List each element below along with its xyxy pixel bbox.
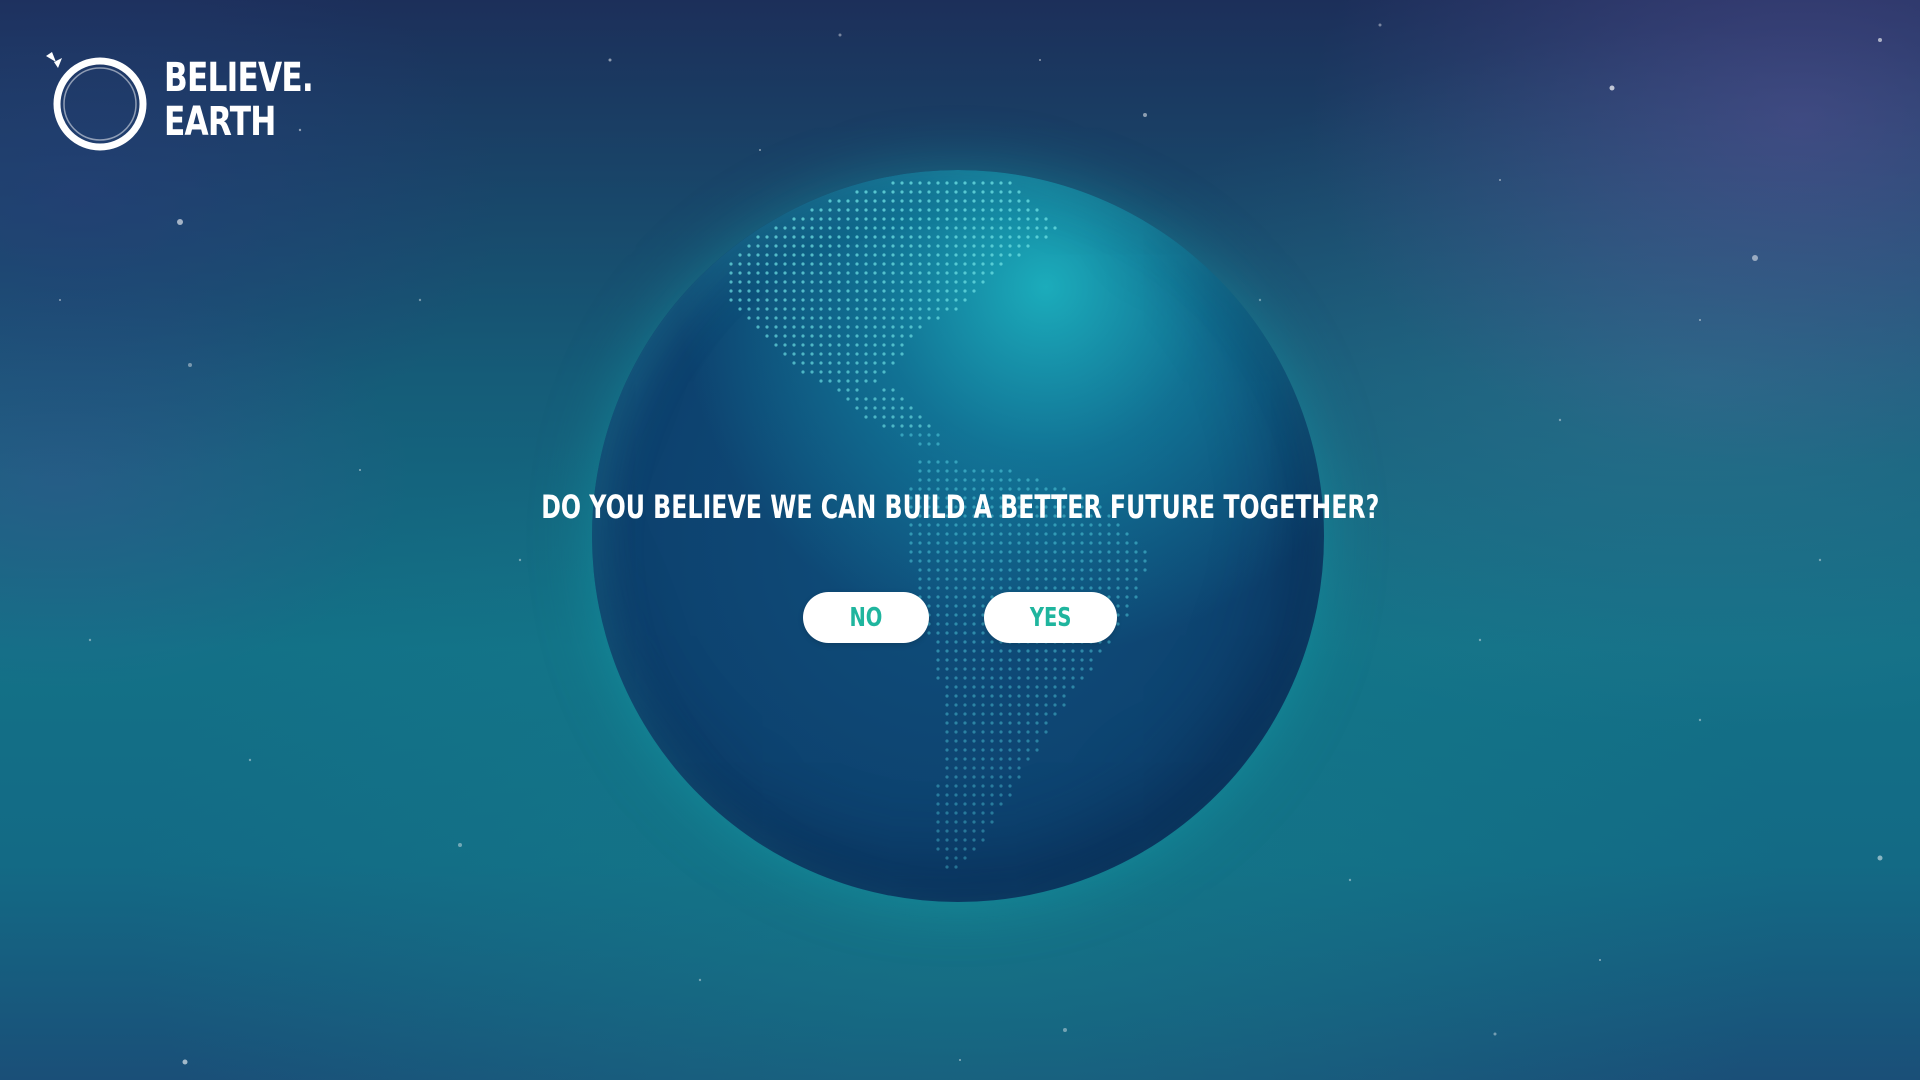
no-button[interactable]: NO	[803, 592, 929, 643]
globe-sphere	[592, 170, 1324, 902]
question-heading: DO YOU BELIEVE WE CAN BUILD A BETTER FUT…	[0, 488, 1920, 526]
no-button-label: NO	[849, 602, 883, 633]
dotted-continents-icon	[729, 181, 1147, 869]
yes-button-label: YES	[1029, 602, 1072, 633]
brand-wordmark: BELIEVE. EARTH	[164, 55, 314, 145]
brand-line-1: BELIEVE.	[164, 55, 314, 101]
yes-button[interactable]: YES	[984, 592, 1117, 643]
brand-line-2: EARTH	[164, 99, 276, 145]
believe-earth-logo[interactable]: BELIEVE. EARTH	[40, 48, 355, 152]
ring-logo-icon	[46, 52, 147, 151]
question-text: DO YOU BELIEVE WE CAN BUILD A BETTER FUT…	[540, 488, 1380, 526]
globe	[592, 170, 1324, 902]
